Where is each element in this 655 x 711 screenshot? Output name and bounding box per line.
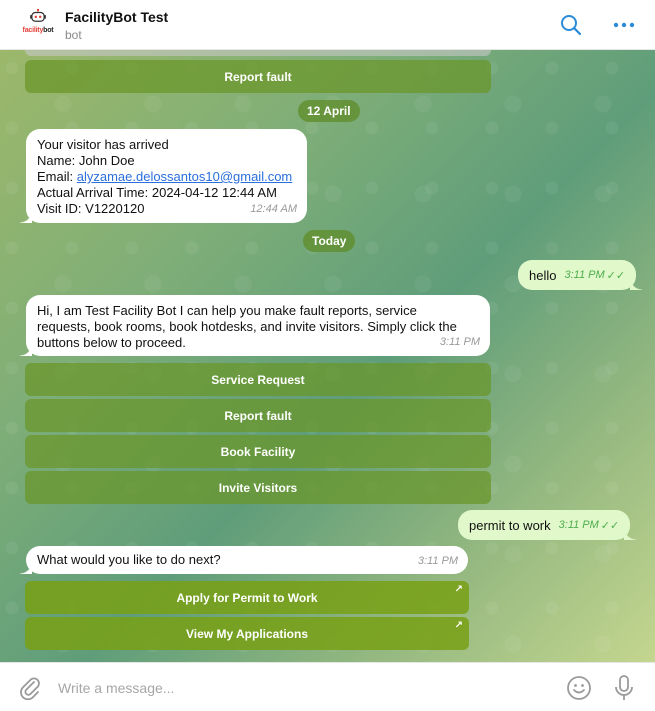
bubble-tail xyxy=(630,278,643,290)
message-text: Name: John Doe xyxy=(37,153,135,168)
read-checks-icon: ✓✓ xyxy=(600,519,620,532)
service-request-button[interactable]: Service Request xyxy=(25,363,491,396)
message-input[interactable] xyxy=(58,677,538,699)
message-text: buttons below to proceed. xyxy=(37,335,186,350)
external-link-icon: ↗ xyxy=(454,584,463,595)
attach-icon[interactable] xyxy=(17,675,43,701)
chat-area[interactable]: Report fault 12 April Your visitor has a… xyxy=(0,50,655,662)
external-link-icon: ↗ xyxy=(454,620,463,631)
visitor-arrived-message: Your visitor has arrived Name: John Doe … xyxy=(20,129,307,223)
outgoing-message-hello: hello 3:11 PM ✓✓ xyxy=(518,260,643,290)
button-label: Report fault xyxy=(224,408,292,423)
bot-intro-message: Hi, I am Test Facility Bot I can help yo… xyxy=(20,295,490,356)
book-facility-button[interactable]: Book Facility xyxy=(25,435,491,468)
message-time: 3:11 PM xyxy=(564,269,605,281)
message-text: Hi, I am Test Facility Bot I can help yo… xyxy=(37,303,417,318)
bubble-tail xyxy=(20,211,32,223)
invite-visitors-button[interactable]: Invite Visitors xyxy=(25,471,491,504)
bubble-tail xyxy=(624,528,637,540)
logo-text: facilitybot xyxy=(22,27,54,34)
message-text: Your visitor has arrived xyxy=(37,137,169,152)
message-composer xyxy=(0,662,655,711)
read-checks-icon: ✓✓ xyxy=(606,269,626,282)
outgoing-message-permit: permit to work 3:11 PM ✓✓ xyxy=(458,510,637,540)
message-time: 3:11 PM xyxy=(558,519,599,531)
apply-permit-button[interactable]: Apply for Permit to Work ↗ xyxy=(25,581,469,614)
email-line: Email: alyzamae.delossantos10@gmail.com xyxy=(37,169,293,184)
email-link[interactable]: alyzamae.delossantos10@gmail.com xyxy=(77,169,293,184)
report-fault-button-top[interactable]: Report fault xyxy=(25,60,491,93)
emoji-icon[interactable] xyxy=(566,675,592,701)
message-text: Actual Arrival Time: 2024-04-12 12:44 AM xyxy=(37,185,277,200)
button-label: Book Facility xyxy=(220,444,296,459)
report-fault-button[interactable]: Report fault xyxy=(25,399,491,432)
date-separator-12-april: 12 April xyxy=(298,100,360,122)
chat-subtitle: bot xyxy=(65,28,82,42)
message-text: hello xyxy=(529,267,557,283)
search-icon xyxy=(561,15,582,36)
search-button[interactable] xyxy=(558,12,584,38)
button-label: Invite Visitors xyxy=(218,480,298,495)
button-label: Service Request xyxy=(211,372,305,387)
button-label: Apply for Permit to Work xyxy=(176,590,318,605)
message-time: 3:11 PM xyxy=(417,555,458,567)
previous-message-edge xyxy=(25,50,491,56)
message-time: 12:44 AM xyxy=(250,203,297,215)
bubble-tail xyxy=(20,344,32,356)
more-icon xyxy=(613,22,635,28)
message-text: requests, book rooms, book hotdesks, and… xyxy=(37,319,457,334)
bubble-tail xyxy=(20,562,32,574)
chat-header: facilitybot FacilityBot Test bot xyxy=(0,0,655,50)
message-text: permit to work xyxy=(469,517,551,533)
message-time: 3:11 PM xyxy=(439,336,480,348)
chat-title[interactable]: FacilityBot Test xyxy=(65,9,168,25)
message-text: What would you like to do next? xyxy=(37,552,221,567)
date-separator-today: Today xyxy=(303,230,356,252)
button-label: View My Applications xyxy=(185,626,309,641)
more-options-button[interactable] xyxy=(611,12,637,38)
view-applications-button[interactable]: View My Applications ↗ xyxy=(25,617,469,650)
robot-icon xyxy=(30,9,46,22)
microphone-icon[interactable] xyxy=(612,674,636,702)
bot-avatar[interactable]: facilitybot xyxy=(20,9,56,45)
button-label: Report fault xyxy=(224,69,292,84)
next-action-message: What would you like to do next? 3:11 PM xyxy=(20,546,468,574)
